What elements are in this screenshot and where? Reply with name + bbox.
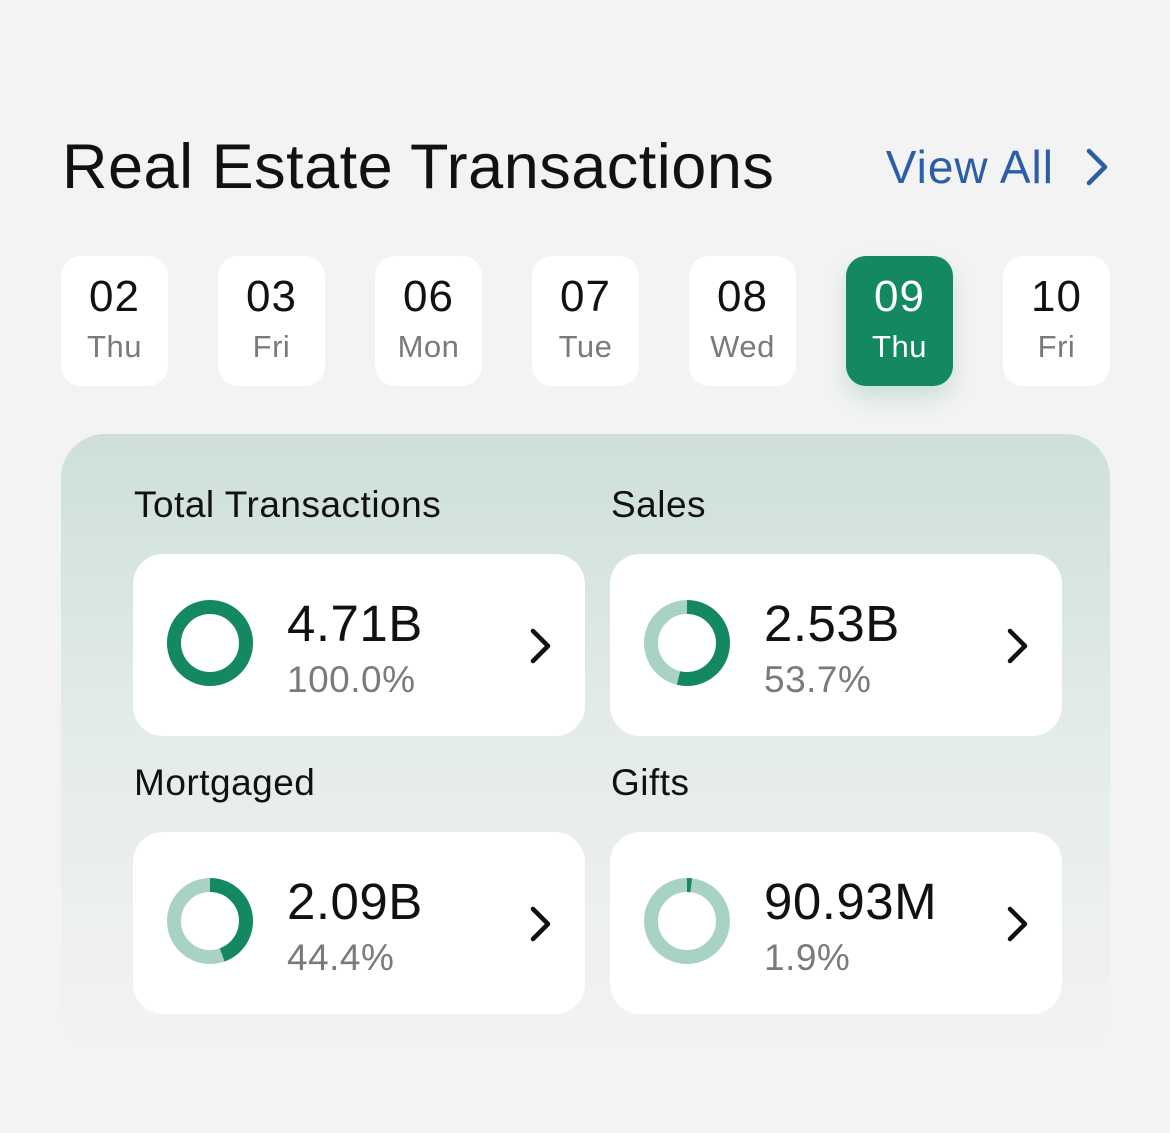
date-chip[interactable]: 03 Fri xyxy=(218,256,325,386)
stat-value: 2.09B xyxy=(287,873,423,930)
stat-percent: 1.9% xyxy=(764,937,851,978)
stat-card-mortgaged[interactable]: 2.09B 44.4% xyxy=(133,832,585,1014)
stat-percent: 53.7% xyxy=(764,659,872,700)
date-chip[interactable]: 08 Wed xyxy=(689,256,796,386)
stat-value: 2.53B xyxy=(764,595,900,652)
chevron-right-icon xyxy=(1007,628,1028,664)
date-day-number: 03 xyxy=(246,272,297,321)
stat-card-total[interactable]: 4.71B 100.0% xyxy=(133,554,585,736)
date-day-number: 08 xyxy=(717,272,768,321)
date-selector: 02 Thu 03 Fri 06 Mon 07 Tue 08 Wed 09 Th… xyxy=(61,256,1110,386)
date-day-number: 06 xyxy=(403,272,454,321)
stat-card-sales[interactable]: 2.53B 53.7% xyxy=(610,554,1062,736)
date-day-number: 10 xyxy=(1031,272,1082,321)
date-weekday: Tue xyxy=(558,329,613,364)
chevron-right-icon xyxy=(530,906,551,942)
section-header: Real Estate Transactions View All xyxy=(62,128,1110,206)
stats-panel: Total Transactions 4.71B 100.0% Sales 2.… xyxy=(61,434,1110,1054)
stat-label-mortgaged: Mortgaged xyxy=(134,762,316,803)
stat-label-total: Total Transactions xyxy=(134,484,442,525)
chevron-right-icon xyxy=(530,628,551,664)
donut-ring-icon xyxy=(167,878,253,964)
date-weekday: Mon xyxy=(397,329,460,364)
stat-value: 4.71B xyxy=(287,595,423,652)
date-weekday: Thu xyxy=(872,329,927,364)
date-chip[interactable]: 07 Tue xyxy=(532,256,639,386)
donut-ring-icon xyxy=(644,600,730,686)
stat-card-gifts[interactable]: 90.93M 1.9% xyxy=(610,832,1062,1014)
date-chip[interactable]: 06 Mon xyxy=(375,256,482,386)
date-day-number: 09 xyxy=(874,272,925,321)
date-weekday: Thu xyxy=(87,329,142,364)
date-day-number: 07 xyxy=(560,272,611,321)
donut-ring-icon xyxy=(167,600,253,686)
chevron-right-icon xyxy=(1086,148,1108,186)
chevron-right-icon xyxy=(1007,906,1028,942)
date-weekday: Wed xyxy=(710,329,775,364)
date-weekday: Fri xyxy=(252,329,291,364)
stat-label-sales: Sales xyxy=(611,484,707,525)
stat-label-gifts: Gifts xyxy=(611,762,690,803)
view-all-label: View All xyxy=(885,141,1054,193)
date-chip[interactable]: 02 Thu xyxy=(61,256,168,386)
stat-value: 90.93M xyxy=(764,873,938,930)
stat-percent: 44.4% xyxy=(287,937,395,978)
date-day-number: 02 xyxy=(89,272,140,321)
view-all-link[interactable]: View All xyxy=(886,140,1110,194)
date-chip[interactable]: 10 Fri xyxy=(1003,256,1110,386)
ring-progress xyxy=(167,600,253,686)
donut-ring-icon xyxy=(644,878,730,964)
date-weekday: Fri xyxy=(1037,329,1076,364)
stat-percent: 100.0% xyxy=(287,659,416,700)
date-chip-selected[interactable]: 09 Thu xyxy=(846,256,953,386)
page-title: Real Estate Transactions xyxy=(62,132,775,202)
